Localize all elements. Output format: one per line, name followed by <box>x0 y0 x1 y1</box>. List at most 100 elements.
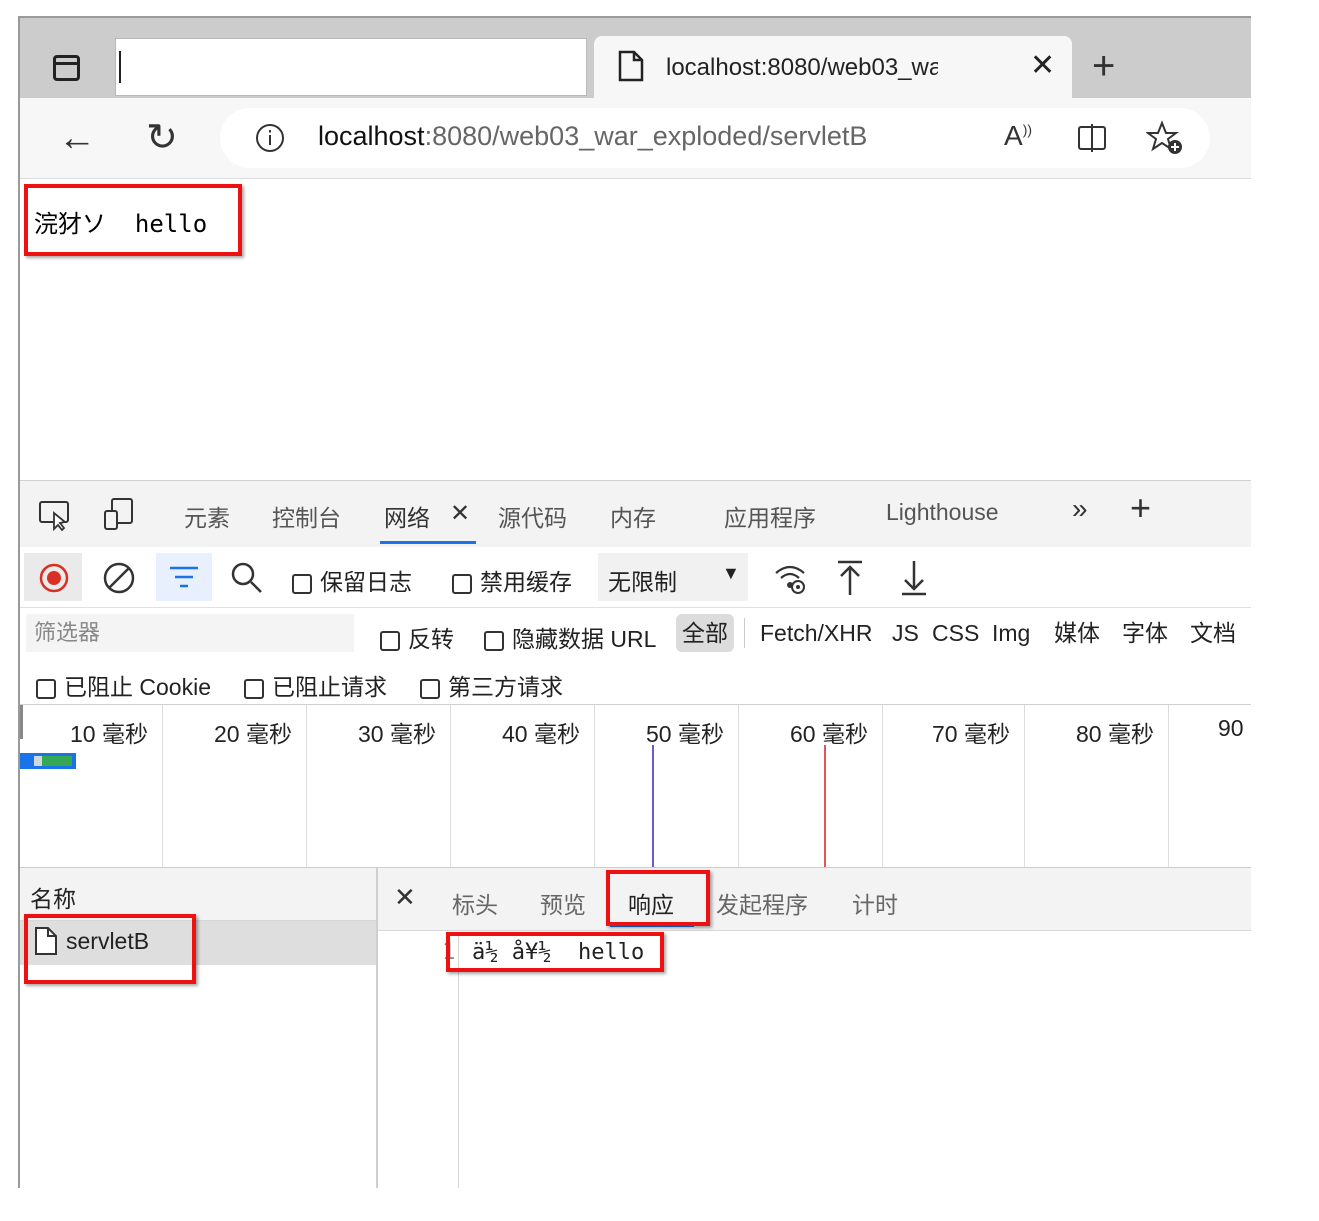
active-tab[interactable]: localhost:8080/web03_war_explo ✕ <box>594 36 1072 98</box>
search-icon[interactable] <box>230 561 264 595</box>
line-number: 1 <box>442 940 456 965</box>
third-party-checkbox[interactable]: 第三方请求 <box>420 668 563 702</box>
tab-network[interactable]: 网络 <box>384 499 430 533</box>
timeline-overview[interactable]: 10 毫秒 20 毫秒 30 毫秒 40 毫秒 50 毫秒 60 毫秒 70 毫… <box>20 705 1251 868</box>
page-garbled-text: 浣犲ソ <box>34 210 106 238</box>
chevron-down-icon: ▼ <box>722 563 740 583</box>
preserve-log-box[interactable] <box>292 573 312 594</box>
type-filter-fetch-xhr[interactable]: Fetch/XHR <box>760 614 872 652</box>
tab-headers[interactable]: 标头 <box>452 886 498 920</box>
request-row[interactable]: servletB <box>20 921 376 965</box>
detail-active-tab-indicator <box>610 924 694 927</box>
type-filter-font[interactable]: 字体 <box>1122 614 1168 652</box>
close-network-tab-icon[interactable]: ✕ <box>450 499 470 528</box>
tab-sources[interactable]: 源代码 <box>498 499 567 533</box>
close-detail-icon[interactable]: ✕ <box>394 882 416 913</box>
timeline-tick-label: 70 毫秒 <box>932 721 1010 747</box>
record-icon <box>39 563 69 593</box>
favorites-add-icon[interactable] <box>1146 120 1184 156</box>
waterfall-segment-queue <box>34 756 42 766</box>
timeline-gridline <box>162 705 163 867</box>
disable-cache-checkbox[interactable]: 禁用缓存 <box>452 563 572 597</box>
blocked-cookies-checkbox[interactable]: 已阻止 Cookie <box>36 668 211 702</box>
network-conditions-icon[interactable] <box>772 561 808 595</box>
info-icon[interactable] <box>254 122 286 154</box>
page-content: 浣犲ソ hello <box>34 204 207 239</box>
preserve-log-checkbox[interactable]: 保留日志 <box>292 563 412 597</box>
close-tab-icon[interactable]: ✕ <box>1030 48 1055 83</box>
tab-actions-icon[interactable] <box>53 55 80 81</box>
add-tab-icon[interactable]: + <box>1130 487 1151 529</box>
back-icon[interactable]: ← <box>58 118 96 158</box>
timeline-tick-label: 30 毫秒 <box>358 721 436 747</box>
inspect-element-icon[interactable] <box>38 499 72 531</box>
preserve-log-label: 保留日志 <box>320 569 412 595</box>
tab-application[interactable]: 应用程序 <box>724 499 816 533</box>
url-host: localhost <box>318 121 425 151</box>
tab-initiator[interactable]: 发起程序 <box>716 886 808 920</box>
read-aloud-icon[interactable]: A)) <box>1004 120 1032 152</box>
tab-response[interactable]: 响应 <box>628 886 674 920</box>
address-bar[interactable]: localhost:8080/web03_war_exploded/servle… <box>220 108 1210 168</box>
page-hello-text: hello <box>134 210 208 238</box>
throttle-value: 无限制 <box>608 569 677 595</box>
type-filter-doc[interactable]: 文档 <box>1190 614 1236 652</box>
tab-memory[interactable]: 内存 <box>610 499 656 533</box>
blocked-cookies-box[interactable] <box>36 678 56 699</box>
throttle-select[interactable]: 无限制 ▼ <box>598 553 748 601</box>
third-party-box[interactable] <box>420 678 440 699</box>
blocked-requests-box[interactable] <box>244 678 264 699</box>
browser-window: localhost:8080/web03_war_explo ✕ + ← ↻ l… <box>18 16 1251 1188</box>
disable-cache-box[interactable] <box>452 573 472 594</box>
type-filter-all[interactable]: 全部 <box>676 614 734 652</box>
timeline-gridline <box>738 705 739 867</box>
clear-icon[interactable] <box>102 561 136 595</box>
request-list: 名称 servletB <box>20 868 378 1188</box>
blocked-requests-label: 已阻止请求 <box>272 674 387 700</box>
device-emulation-icon[interactable] <box>102 497 136 531</box>
export-har-icon[interactable] <box>900 559 928 597</box>
document-icon <box>35 927 57 955</box>
import-har-icon[interactable] <box>836 559 864 597</box>
hide-data-urls-checkbox[interactable]: 隐藏数据 URL <box>484 620 656 654</box>
refresh-icon[interactable]: ↻ <box>146 118 178 158</box>
new-tab-icon[interactable]: + <box>1092 46 1115 86</box>
split-screen-icon[interactable] <box>1076 122 1108 154</box>
filter-toggle-button[interactable] <box>156 553 212 601</box>
type-filter-css[interactable]: CSS <box>932 614 979 652</box>
tab-timing[interactable]: 计时 <box>852 886 898 920</box>
code-gutter <box>458 932 459 1188</box>
blocked-filter-row: 已阻止 Cookie 已阻止请求 第三方请求 <box>20 658 1251 705</box>
tab-preview[interactable]: 预览 <box>540 886 586 920</box>
request-name[interactable]: servletB <box>66 928 149 955</box>
url-text[interactable]: localhost:8080/web03_war_exploded/servle… <box>318 121 867 152</box>
more-tabs-icon[interactable]: » <box>1072 493 1088 525</box>
invert-box[interactable] <box>380 630 400 651</box>
hide-data-urls-box[interactable] <box>484 630 504 651</box>
type-filter-js[interactable]: JS <box>892 614 919 652</box>
invert-label: 反转 <box>408 626 454 652</box>
column-name-header[interactable]: 名称 <box>30 880 76 914</box>
type-filter-img[interactable]: Img <box>992 614 1030 652</box>
devtools-tab-bar: 元素 控制台 网络 ✕ 源代码 内存 应用程序 Lighthouse » + <box>20 480 1251 548</box>
tab-lighthouse[interactable]: Lighthouse <box>886 499 999 526</box>
timeline-tick-label: 50 毫秒 <box>646 721 724 747</box>
blocked-requests-checkbox[interactable]: 已阻止请求 <box>244 668 387 702</box>
divider <box>744 618 745 648</box>
record-button[interactable] <box>24 553 82 601</box>
type-filter-media[interactable]: 媒体 <box>1054 614 1100 652</box>
timeline-gridline <box>1024 705 1025 867</box>
load-event-line <box>824 745 826 867</box>
invert-checkbox[interactable]: 反转 <box>380 620 454 654</box>
filter-input[interactable]: 筛选器 <box>26 614 354 652</box>
disable-cache-label: 禁用缓存 <box>480 569 572 595</box>
tab-elements[interactable]: 元素 <box>184 499 230 533</box>
waterfall-segment-download <box>42 756 72 766</box>
response-body[interactable]: ä½ å¥½ hello <box>472 940 644 965</box>
timeline-gridline <box>594 705 595 867</box>
blank-tab[interactable] <box>115 38 587 96</box>
timeline-handle[interactable] <box>20 705 23 739</box>
tab-console[interactable]: 控制台 <box>272 499 341 533</box>
active-tab-indicator <box>380 541 476 544</box>
timeline-tick-label: 60 毫秒 <box>790 721 868 747</box>
